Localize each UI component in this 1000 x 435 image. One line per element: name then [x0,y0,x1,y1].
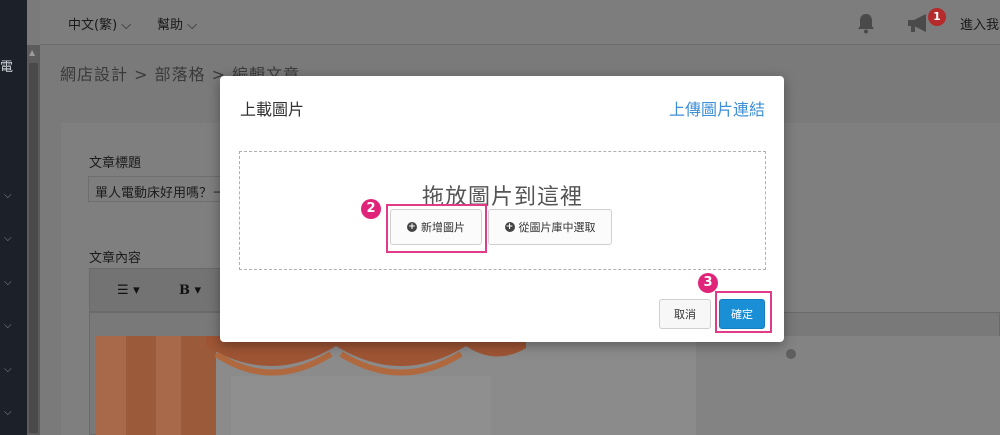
drop-zone-text: 拖放圖片到這裡 [421,185,583,210]
chevron-down-icon[interactable]: ⌵ [4,233,12,244]
chevron-down-icon[interactable]: ⌵ [4,190,12,201]
bell-icon[interactable] [855,12,877,34]
top-bar: 中文(繁) ⌵ 幫助 ⌵ 1 進入我 [40,0,1000,45]
choose-from-library-button[interactable]: + 從圖片庫中選取 [488,209,612,245]
left-navigation: 電 ⌵ ⌵ ⌵ ⌵ ⌵ ⌵ [0,0,27,435]
upload-image-link[interactable]: 上傳圖片連結 [669,96,765,120]
sidebar-scrollbar[interactable]: ▲ [27,45,40,435]
image-drop-zone[interactable]: 拖放圖片到這裡 + 新增圖片 + 從圖片庫中選取 [239,151,766,270]
chevron-down-icon[interactable]: ⌵ [4,407,12,418]
sidebar-text: 電 [0,60,14,75]
add-image-highlight [386,204,487,253]
notification-badge: 1 [928,8,946,26]
title-label: 文章標題 [89,156,142,171]
confirm-button[interactable]: 確定 [719,299,765,329]
step-badge: 3 [698,273,718,293]
list-format-button[interactable]: ☰ ▾ [117,283,140,298]
language-menu[interactable]: 中文(繁) ⌵ [68,14,131,33]
scrollbar-thumb[interactable] [29,63,38,433]
cancel-button[interactable]: 取消 [659,299,711,329]
bold-format-button[interactable]: B ▾ [179,283,201,298]
resize-handle-icon[interactable] [786,349,796,359]
chevron-down-icon[interactable]: ⌵ [4,277,12,288]
user-menu[interactable]: 進入我 [960,14,999,33]
modal-title: 上載圖片 [240,100,305,119]
scroll-up-icon[interactable]: ▲ [29,48,35,57]
editor-toolbar: ☰ ▾ B ▾ [89,268,229,312]
step-badge: 2 [361,199,381,219]
chevron-down-icon[interactable]: ⌵ [4,364,12,375]
plus-circle-icon: + [504,222,515,232]
help-menu[interactable]: 幫助 ⌵ [157,14,197,33]
content-label: 文章內容 [89,251,142,266]
chevron-down-icon[interactable]: ⌵ [4,320,12,331]
upload-image-modal: 上載圖片 上傳圖片連結 拖放圖片到這裡 + 新增圖片 + 從圖片庫中選取 2 取… [220,76,784,342]
article-image [96,336,1000,435]
library-label: 從圖片庫中選取 [518,221,596,234]
